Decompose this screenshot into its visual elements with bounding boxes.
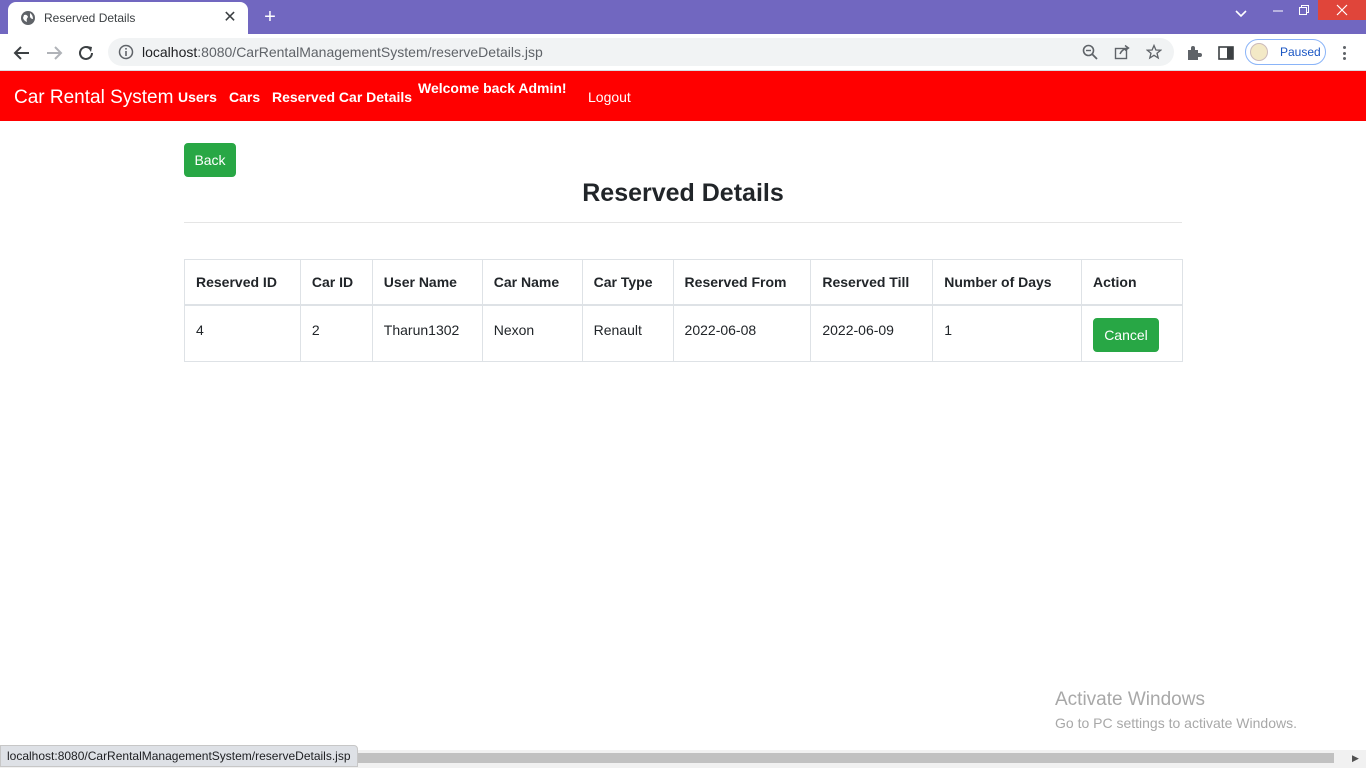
tab-title: Reserved Details xyxy=(44,11,136,25)
share-icon[interactable] xyxy=(1114,44,1130,60)
side-panel-icon[interactable] xyxy=(1217,44,1235,62)
cell-reserved-from: 2022-06-08 xyxy=(672,304,812,362)
activate-windows-subtitle: Go to PC settings to activate Windows. xyxy=(1055,715,1297,731)
cell-car-id: 2 xyxy=(299,304,373,362)
activate-windows-title: Activate Windows xyxy=(1055,689,1205,710)
status-url-bubble: localhost:8080/CarRentalManagementSystem… xyxy=(0,745,358,767)
reservations-table: Reserved ID Car ID User Name Car Name Ca… xyxy=(184,259,1184,362)
table-header-row: Reserved ID Car ID User Name Car Name Ca… xyxy=(184,259,1184,306)
cell-user-name: Tharun1302 xyxy=(371,304,483,362)
page-title: Reserved Details xyxy=(582,179,784,207)
app-navbar: Car Rental System Users Cars Reserved Ca… xyxy=(0,71,1366,121)
avatar xyxy=(1250,43,1268,61)
nav-cars-link[interactable]: Cars xyxy=(229,89,260,105)
nav-users-link[interactable]: Users xyxy=(178,89,217,105)
address-bar[interactable]: localhost:8080/CarRentalManagementSystem… xyxy=(108,38,1174,66)
header-car-name: Car Name xyxy=(481,259,583,306)
browser-menu-icon[interactable] xyxy=(1336,44,1352,62)
close-tab-icon[interactable]: ✕ xyxy=(222,10,238,26)
logout-link[interactable]: Logout xyxy=(588,89,631,105)
url-path: :8080/CarRentalManagementSystem/reserveD… xyxy=(197,44,543,60)
url-host: localhost xyxy=(142,44,198,60)
globe-icon xyxy=(20,10,36,26)
scroll-right-arrow-icon[interactable]: ▶ xyxy=(1352,753,1359,764)
minimize-icon[interactable] xyxy=(1266,0,1290,22)
cell-car-name: Nexon xyxy=(481,304,583,362)
browser-toolbar: localhost:8080/CarRentalManagementSystem… xyxy=(0,34,1366,71)
zoom-icon[interactable] xyxy=(1082,44,1098,60)
header-car-type: Car Type xyxy=(581,259,674,306)
nav-reserved-car-details-link[interactable]: Reserved Car Details xyxy=(272,89,412,105)
url-text: localhost:8080/CarRentalManagementSystem… xyxy=(142,44,543,60)
forward-arrow-icon[interactable] xyxy=(43,42,65,64)
close-window-icon[interactable] xyxy=(1318,0,1366,20)
back-button[interactable]: Back xyxy=(184,143,236,177)
cell-action: Cancel xyxy=(1080,304,1184,362)
extensions-puzzle-icon[interactable] xyxy=(1185,44,1203,62)
back-arrow-icon[interactable] xyxy=(11,42,33,64)
browser-tab-bar: Reserved Details ✕ + xyxy=(0,0,1366,34)
header-car-id: Car ID xyxy=(299,259,373,306)
cell-number-of-days: 1 xyxy=(932,304,1082,362)
reload-icon[interactable] xyxy=(75,42,97,64)
welcome-text: Welcome back Admin! xyxy=(418,80,567,96)
cell-reserved-id: 4 xyxy=(184,304,301,362)
divider xyxy=(184,222,1182,223)
profile-status: Paused xyxy=(1280,45,1321,59)
cancel-button[interactable]: Cancel xyxy=(1092,317,1159,352)
star-icon[interactable] xyxy=(1146,44,1162,60)
site-info-icon[interactable] xyxy=(118,44,134,65)
header-reserved-id: Reserved ID xyxy=(184,259,301,306)
header-action: Action xyxy=(1080,259,1184,306)
header-reserved-till: Reserved Till xyxy=(810,259,934,306)
restore-icon[interactable] xyxy=(1292,0,1316,22)
brand-link[interactable]: Car Rental System xyxy=(14,87,173,109)
cell-car-type: Renault xyxy=(581,304,674,362)
header-reserved-from: Reserved From xyxy=(672,259,812,306)
header-user-name: User Name xyxy=(371,259,483,306)
table-row: 4 2 Tharun1302 Nexon Renault 2022-06-08 … xyxy=(184,304,1184,362)
tab-search-chevron-icon[interactable] xyxy=(1230,6,1252,28)
profile-button[interactable]: Paused xyxy=(1245,39,1326,65)
new-tab-button[interactable]: + xyxy=(260,7,280,28)
cell-reserved-till: 2022-06-09 xyxy=(810,304,934,362)
browser-tab[interactable]: Reserved Details ✕ xyxy=(8,2,248,34)
header-number-of-days: Number of Days xyxy=(932,259,1082,306)
